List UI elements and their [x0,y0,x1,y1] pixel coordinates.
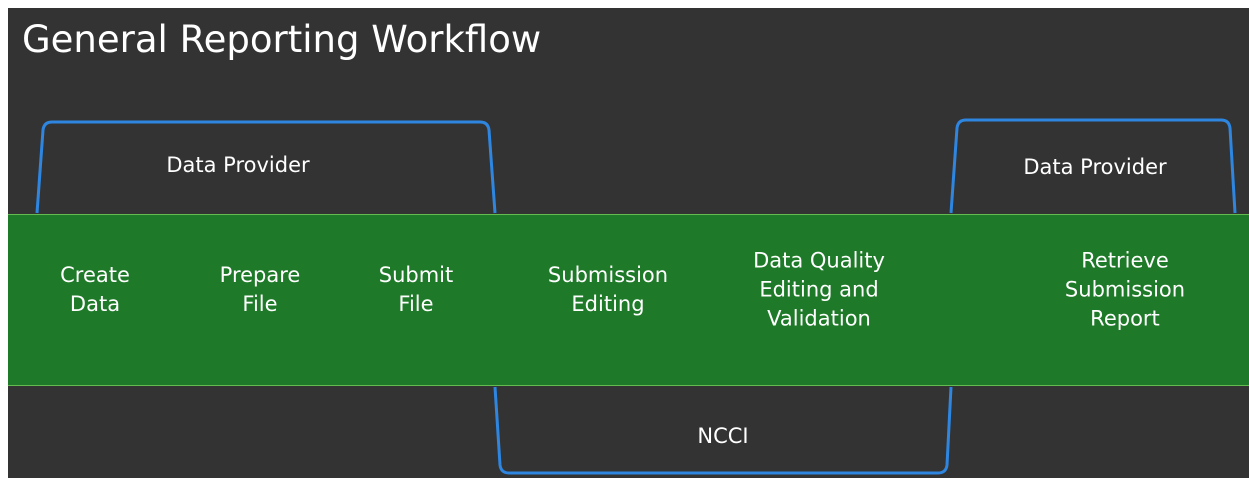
step-retrieve-report: Retrieve Submission Report [1065,247,1185,334]
group-label-ncci: NCCI [697,424,749,448]
step-data-quality: Data Quality Editing and Validation [753,247,885,334]
step-line: Data [69,292,121,316]
step-line: Editing and [759,277,879,302]
bracket-layer [35,118,1237,475]
step-submit-file: Submit File [379,261,454,319]
step-line: Validation [767,306,871,331]
group-label-data-provider-right: Data Provider [1023,155,1167,179]
step-line: Submission [547,263,669,288]
step-line: File [242,292,278,316]
step-prepare-file: Prepare File [220,261,301,319]
step-line: Create [60,263,130,288]
step-create-data: Create Data [60,261,130,319]
workflow-diagram: General Reporting Workflow Data Provider… [0,0,1249,478]
step-line: File [398,292,434,316]
group-label-data-provider-left: Data Provider [166,153,310,177]
step-line: Submission [1064,277,1186,302]
step-line: Data Quality [753,248,885,273]
step-line: Editing [571,292,645,316]
step-line: Report [1090,306,1160,331]
step-line: Retrieve [1081,248,1169,273]
step-line: Prepare [219,263,301,288]
step-submission-editing: Submission Editing [548,261,668,319]
step-line: Submit [378,263,454,288]
